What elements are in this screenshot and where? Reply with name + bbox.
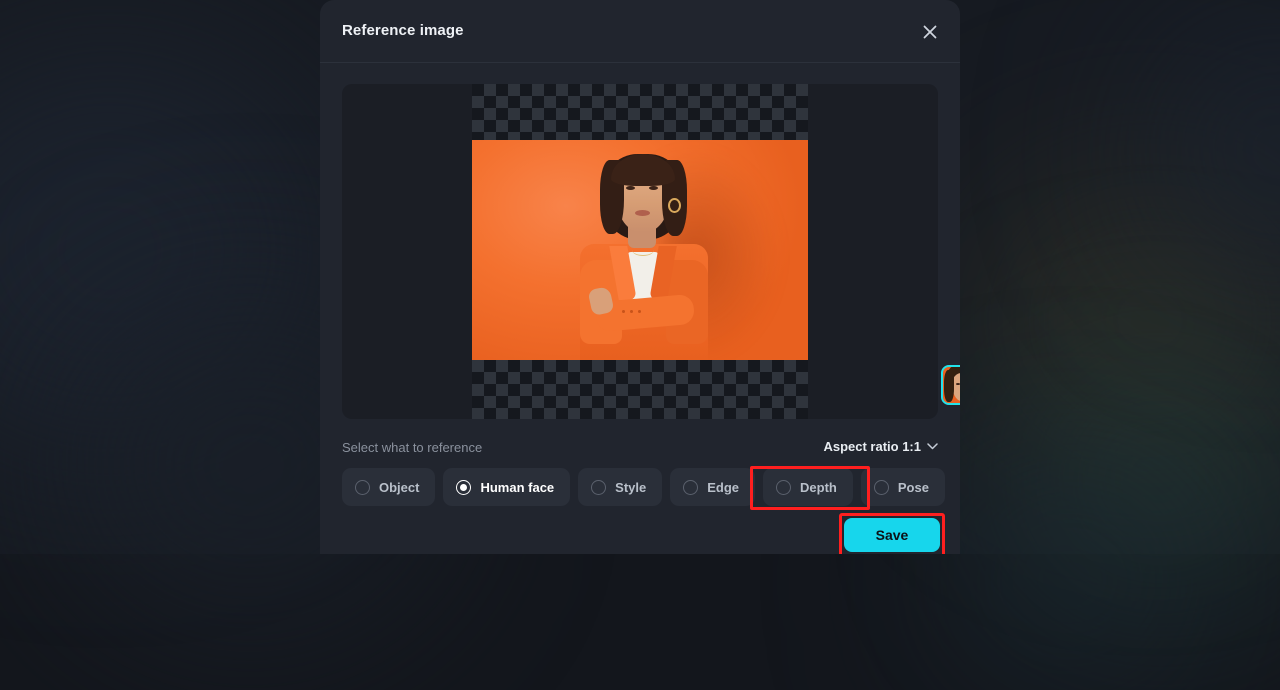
option-label: Human face xyxy=(480,480,554,495)
modal-title: Reference image xyxy=(342,22,464,39)
radio-icon xyxy=(355,480,370,495)
close-icon[interactable] xyxy=(916,18,944,46)
option-style[interactable]: Style xyxy=(578,468,662,506)
option-object[interactable]: Object xyxy=(342,468,435,506)
aspect-ratio-dropdown[interactable]: Aspect ratio 1:1 xyxy=(823,439,938,454)
chevron-down-icon xyxy=(927,443,938,450)
option-label: Depth xyxy=(800,480,837,495)
option-human-face[interactable]: Human face xyxy=(443,468,570,506)
reference-photo xyxy=(472,140,808,360)
radio-icon xyxy=(874,480,889,495)
option-depth[interactable]: Depth xyxy=(763,468,853,506)
detected-face-thumbnail[interactable] xyxy=(941,365,960,405)
backdrop-blob xyxy=(940,470,1200,690)
option-label: Edge xyxy=(707,480,739,495)
image-preview-canvas[interactable] xyxy=(342,84,938,419)
radio-icon-selected xyxy=(456,480,471,495)
option-edge[interactable]: Edge xyxy=(670,468,755,506)
reference-image-modal: Reference image xyxy=(320,0,960,554)
aspect-ratio-label: Aspect ratio 1:1 xyxy=(823,439,921,454)
save-button[interactable]: Save xyxy=(844,518,940,552)
option-label: Style xyxy=(615,480,646,495)
modal-header: Reference image xyxy=(320,0,960,63)
option-label: Object xyxy=(379,480,419,495)
radio-icon xyxy=(776,480,791,495)
option-label: Pose xyxy=(898,480,929,495)
option-pose[interactable]: Pose xyxy=(861,468,945,506)
reference-type-options: Object Human face Style Edge Depth Pose xyxy=(342,468,945,506)
radio-icon xyxy=(591,480,606,495)
radio-icon xyxy=(683,480,698,495)
controls-section-label: Select what to reference xyxy=(342,440,482,455)
